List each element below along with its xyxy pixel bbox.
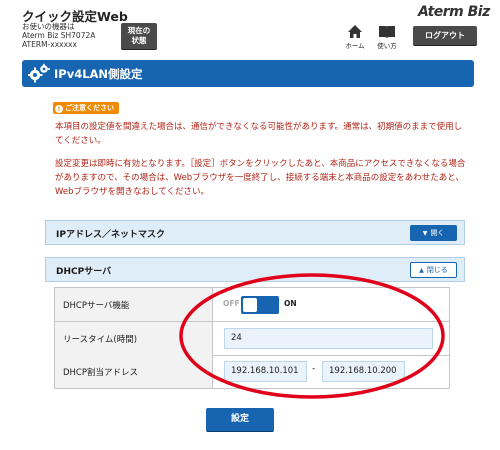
toggle-off-label: OFF bbox=[223, 299, 240, 308]
open-button-label: 開く bbox=[430, 229, 445, 237]
device-label: お使いの機器は bbox=[22, 22, 75, 31]
close-button-label: 閉じる bbox=[426, 266, 448, 274]
page-title-bar: IPv4LAN側設定 bbox=[22, 60, 474, 87]
range-start-input[interactable]: 192.168.10.101 bbox=[224, 361, 307, 382]
device-model: Aterm Biz SH7072A bbox=[22, 31, 96, 40]
gear-icon bbox=[28, 63, 50, 83]
range-separator: - bbox=[312, 364, 316, 374]
lease-time-input[interactable]: 24 bbox=[224, 328, 433, 349]
status-button-line2: 状態 bbox=[131, 36, 147, 45]
home-label: ホーム bbox=[345, 42, 365, 50]
notice-paragraph-1: 本項目の設定値を間違えた場合は、通信ができなくなる可能性があります。通常は、初期… bbox=[55, 122, 463, 146]
book-icon bbox=[379, 26, 395, 38]
section-ip-title: IPアドレス／ネットマスク bbox=[56, 230, 165, 240]
section-dhcp-title: DHCPサーバ bbox=[56, 267, 112, 277]
range-end-input[interactable]: 192.168.10.200 bbox=[322, 361, 405, 382]
home-icon bbox=[348, 25, 362, 38]
settings-row: DHCPサーバ機能 OFF ON bbox=[55, 288, 449, 322]
close-button[interactable]: ▲ 閉じる bbox=[410, 262, 457, 278]
dhcp-server-toggle[interactable]: OFF ON bbox=[223, 296, 303, 314]
dhcp-server-label: DHCPサーバ機能 bbox=[55, 288, 213, 321]
home-button[interactable]: ホーム bbox=[342, 24, 368, 52]
dhcp-settings-table: DHCPサーバ機能 OFF ON リースタイム(時間) 24 DHCP割当アドレ… bbox=[54, 287, 450, 389]
chevron-down-icon: ▼ bbox=[422, 230, 428, 237]
status-button-line1: 現在の bbox=[127, 26, 151, 35]
settings-row: DHCP割当アドレス 192.168.10.101 - 192.168.10.2… bbox=[55, 355, 449, 388]
notice-paragraph-2: 設定変更は即時に有効となります。［設定］ボタンをクリックしたあと、本商品にアクセ… bbox=[55, 159, 466, 197]
settings-row: リースタイム(時間) 24 bbox=[55, 322, 449, 356]
notice-badge-label: ご注意ください bbox=[65, 104, 114, 112]
lease-time-label: リースタイム(時間) bbox=[55, 322, 213, 355]
manual-label: 使い方 bbox=[377, 42, 397, 50]
notice-box: ! ご注意ください 本項目の設定値を間違えた場合は、通信ができなくなる可能性があり… bbox=[45, 96, 475, 208]
brand-logo: Aterm Biz bbox=[418, 4, 490, 20]
page-title: IPv4LAN側設定 bbox=[54, 67, 143, 81]
logout-button[interactable]: ログアウト bbox=[413, 26, 477, 45]
device-id: ATERM-xxxxxx bbox=[22, 40, 77, 49]
notice-badge: ! ご注意ください bbox=[53, 102, 119, 114]
toggle-on-label: ON bbox=[284, 299, 297, 308]
section-dhcp-server[interactable]: DHCPサーバ ▲ 閉じる bbox=[45, 257, 465, 282]
manual-button[interactable]: 使い方 bbox=[374, 24, 400, 52]
dhcp-range-label: DHCP割当アドレス bbox=[55, 355, 213, 388]
device-info: お使いの機器は Aterm Biz SH7072A ATERM-xxxxxx bbox=[22, 22, 95, 49]
submit-settings-button[interactable]: 設定 bbox=[206, 408, 274, 431]
chevron-up-icon: ▲ bbox=[419, 267, 424, 274]
current-status-button[interactable]: 現在の 状態 bbox=[121, 23, 157, 49]
open-button[interactable]: ▼ 開く bbox=[410, 225, 457, 241]
toggle-knob[interactable] bbox=[243, 298, 257, 312]
header: クイック設定Web お使いの機器は Aterm Biz SH7072A ATER… bbox=[0, 0, 500, 56]
toggle-track[interactable] bbox=[241, 296, 279, 314]
section-ip-address[interactable]: IPアドレス／ネットマスク ▼ 開く bbox=[45, 220, 465, 245]
warning-icon: ! bbox=[55, 105, 63, 113]
